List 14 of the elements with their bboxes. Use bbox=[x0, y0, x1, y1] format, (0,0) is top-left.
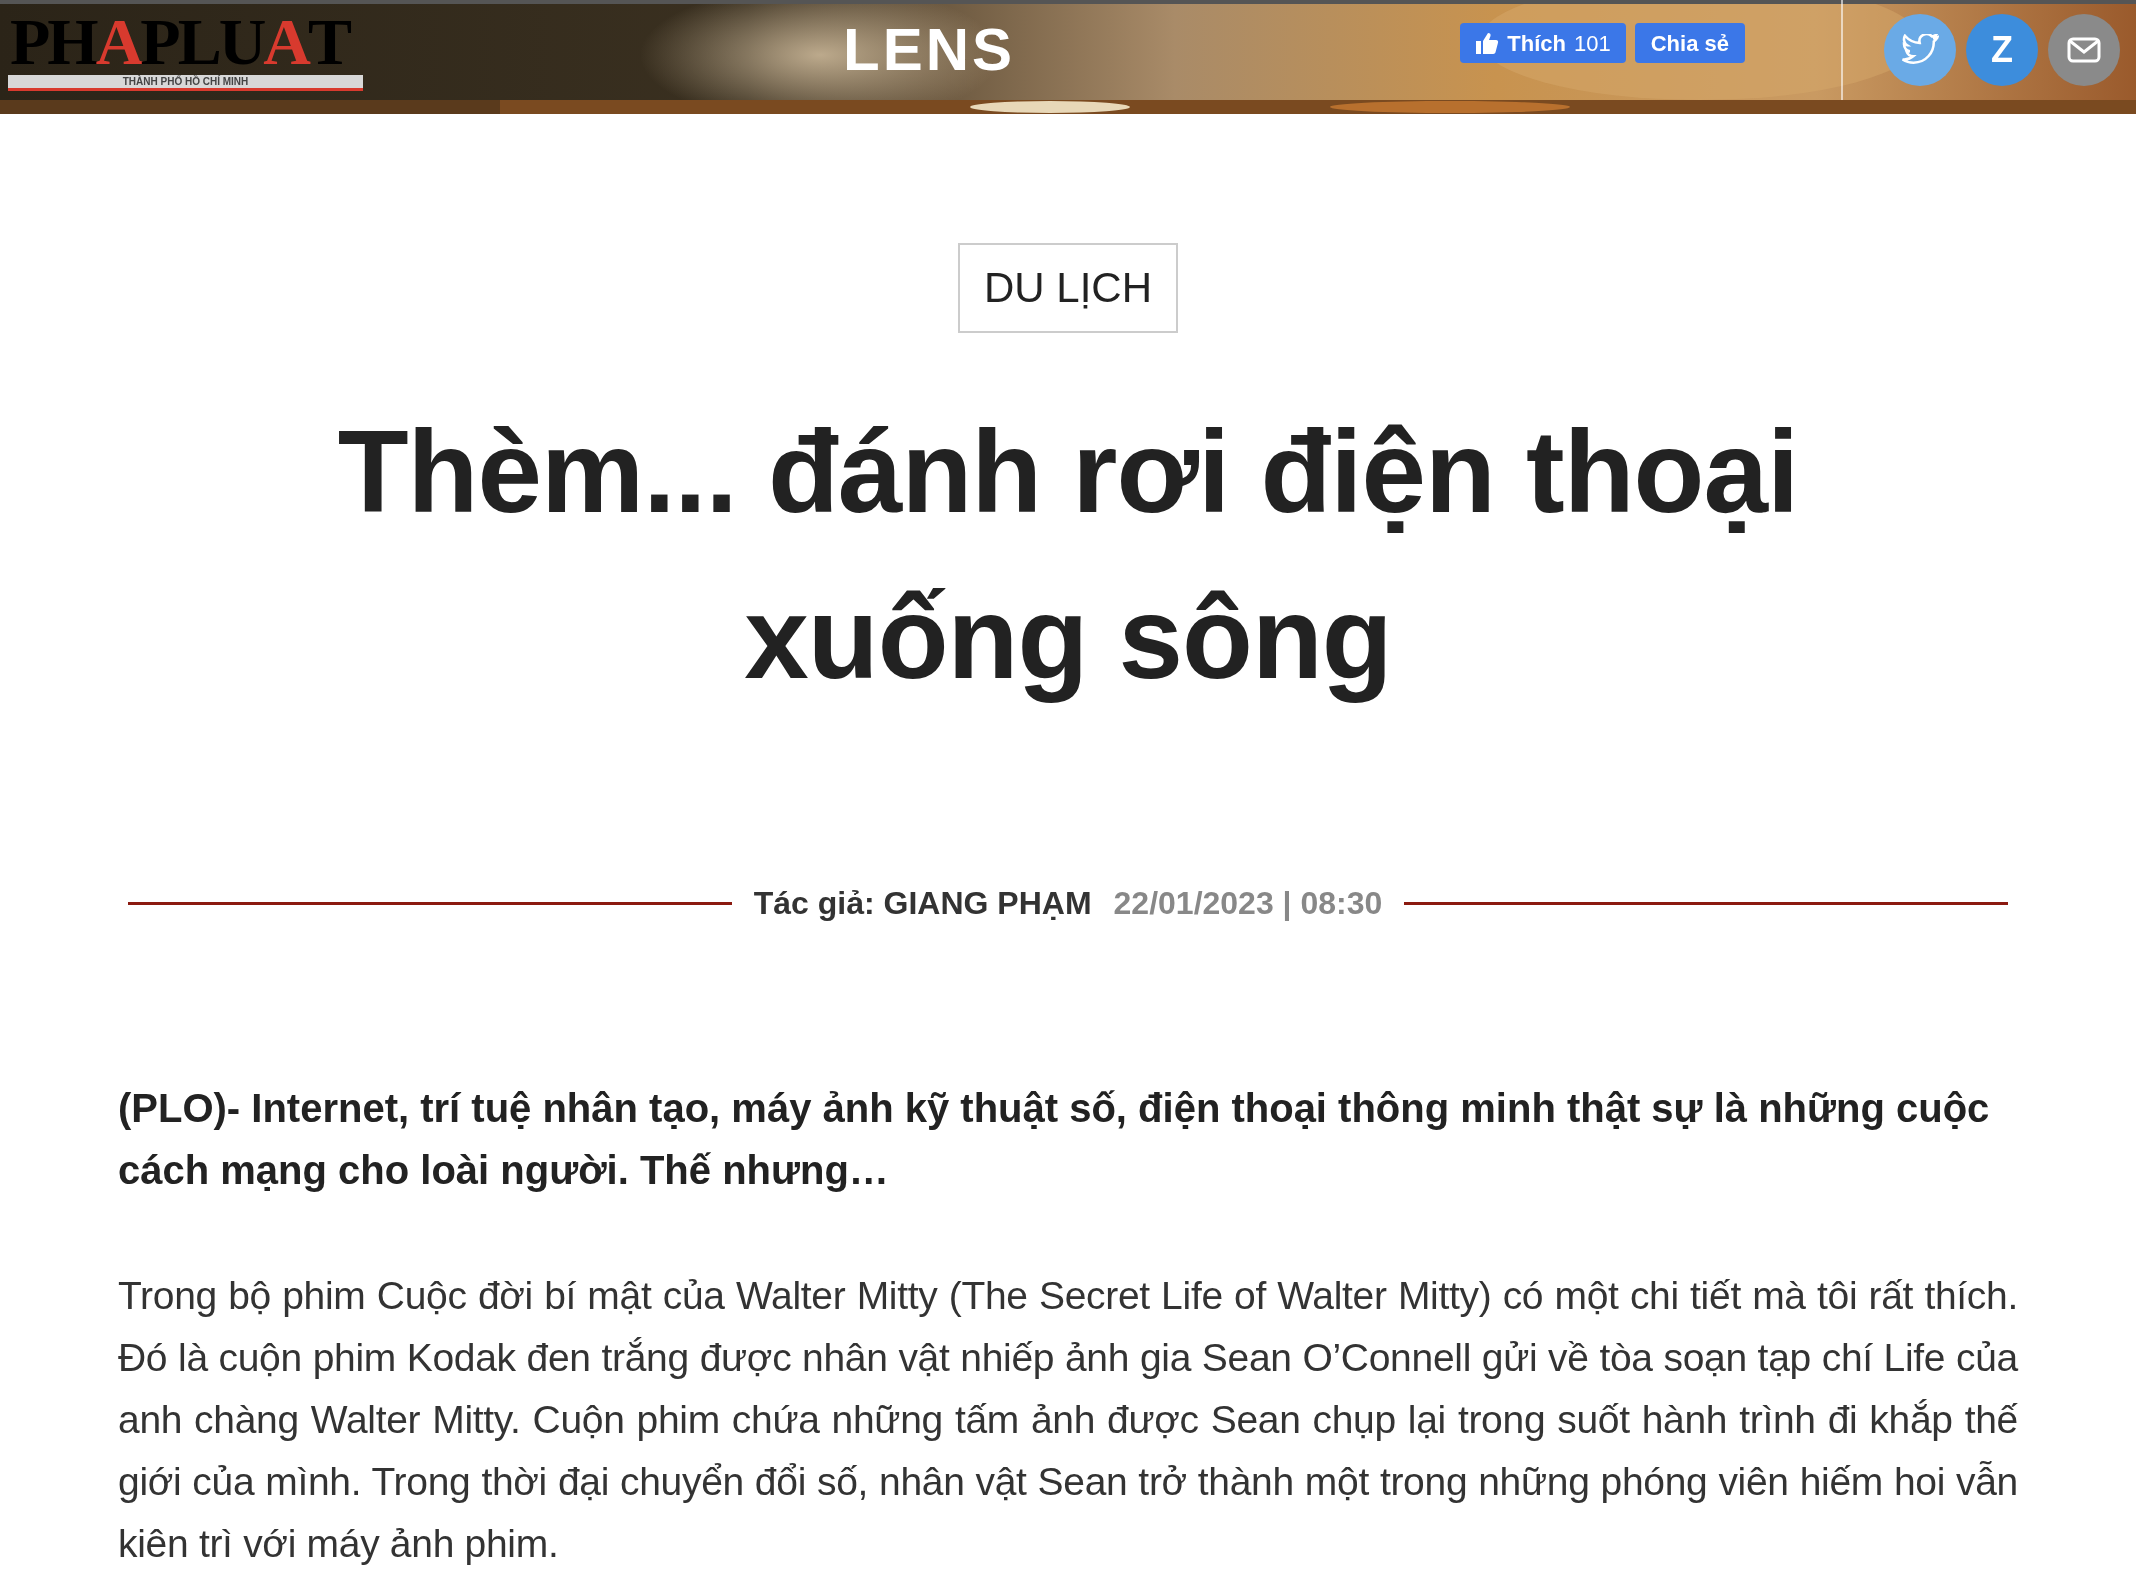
section-title: LENS bbox=[843, 15, 1016, 85]
category-tag[interactable]: DU LỊCH bbox=[958, 243, 1178, 333]
article-title: Thèm... đánh rơi điện thoại xuống sông bbox=[336, 406, 1800, 705]
like-button[interactable]: Thích 101 bbox=[1460, 23, 1626, 63]
publish-date: 22/01/2023 | 08:30 bbox=[1113, 884, 1383, 923]
logo-tagline: THÀNH PHỐ HỒ CHÍ MINH bbox=[8, 75, 364, 91]
bird-icon bbox=[1901, 34, 1939, 66]
body-paragraph: Trong bộ phim Cuộc đời bí mật của Walter Mitty (The Secret Life of Walter Mitty) có một chi tiết mà tôi rất thích. Đó là cuộn phim Kodak đen trắng được nhân vật nhiếp ảnh gia Sean O’Connell gửi về tòa soạn tạp chí Life của anh chàng Walter Mitty. Cuộn phim chứa những tấm ảnh được Sean chụp lại trong suốt hành trình đi khắp thế giới của mình. Trong thời đại chuyển đổi số, nhân vật Sean trở thành một trong những phóng viên hiếm hoi vẫn kiên trì với máy ảnh phim. bbox=[118, 1273, 2018, 1567]
share-button[interactable]: Chia sẻ bbox=[1634, 23, 1745, 63]
logo-wordmark[interactable]: PHAPLUAT bbox=[8, 9, 364, 75]
thumbs-up-icon bbox=[1475, 31, 1500, 55]
lead-paragraph: (PLO)- Internet, trí tuệ nhân tạo, máy ảnh kỹ thuật số, điện thoại thông minh thật sự là những cuộc cách mạng cho loài người. Thế nhưng… bbox=[118, 1085, 1991, 1194]
author: Tác giả: GIANG PHẠM bbox=[753, 884, 1092, 923]
envelope-icon bbox=[2067, 37, 2101, 63]
